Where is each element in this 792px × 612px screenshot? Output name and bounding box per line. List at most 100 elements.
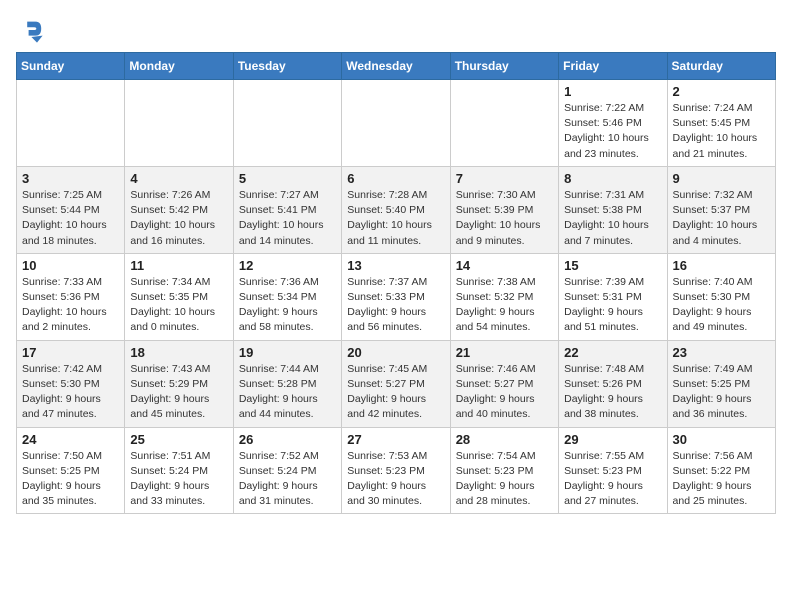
day-info: Sunrise: 7:53 AMSunset: 5:23 PMDaylight:… — [347, 449, 444, 510]
day-info: Sunrise: 7:26 AMSunset: 5:42 PMDaylight:… — [130, 188, 227, 249]
day-info: Sunrise: 7:50 AMSunset: 5:25 PMDaylight:… — [22, 449, 119, 510]
calendar-cell: 22 Sunrise: 7:48 AMSunset: 5:26 PMDayligh… — [559, 340, 667, 427]
day-info: Sunrise: 7:34 AMSunset: 5:35 PMDaylight:… — [130, 275, 227, 336]
day-info: Sunrise: 7:33 AMSunset: 5:36 PMDaylight:… — [22, 275, 119, 336]
day-info: Sunrise: 7:32 AMSunset: 5:37 PMDaylight:… — [673, 188, 770, 249]
day-info: Sunrise: 7:27 AMSunset: 5:41 PMDaylight:… — [239, 188, 336, 249]
calendar-cell: 19 Sunrise: 7:44 AMSunset: 5:28 PMDayligh… — [233, 340, 341, 427]
day-info: Sunrise: 7:49 AMSunset: 5:25 PMDaylight:… — [673, 362, 770, 423]
day-number: 19 — [239, 345, 336, 360]
calendar-cell: 23 Sunrise: 7:49 AMSunset: 5:25 PMDayligh… — [667, 340, 775, 427]
calendar-cell — [342, 80, 450, 167]
day-info: Sunrise: 7:43 AMSunset: 5:29 PMDaylight:… — [130, 362, 227, 423]
calendar-cell: 26 Sunrise: 7:52 AMSunset: 5:24 PMDayligh… — [233, 427, 341, 514]
calendar-cell: 28 Sunrise: 7:54 AMSunset: 5:23 PMDayligh… — [450, 427, 558, 514]
day-info: Sunrise: 7:54 AMSunset: 5:23 PMDaylight:… — [456, 449, 553, 510]
weekday-thursday: Thursday — [450, 53, 558, 80]
day-info: Sunrise: 7:39 AMSunset: 5:31 PMDaylight:… — [564, 275, 661, 336]
calendar-cell: 21 Sunrise: 7:46 AMSunset: 5:27 PMDayligh… — [450, 340, 558, 427]
day-info: Sunrise: 7:22 AMSunset: 5:46 PMDaylight:… — [564, 101, 661, 162]
calendar-header: SundayMondayTuesdayWednesdayThursdayFrid… — [17, 53, 776, 80]
calendar-cell: 1 Sunrise: 7:22 AMSunset: 5:46 PMDaylight… — [559, 80, 667, 167]
day-info: Sunrise: 7:52 AMSunset: 5:24 PMDaylight:… — [239, 449, 336, 510]
day-number: 1 — [564, 84, 661, 99]
weekday-friday: Friday — [559, 53, 667, 80]
day-info: Sunrise: 7:48 AMSunset: 5:26 PMDaylight:… — [564, 362, 661, 423]
day-number: 9 — [673, 171, 770, 186]
day-number: 12 — [239, 258, 336, 273]
day-number: 3 — [22, 171, 119, 186]
calendar-cell: 2Sunrise: 7:24 AMSunset: 5:45 PMDaylight… — [667, 80, 775, 167]
day-number: 29 — [564, 432, 661, 447]
day-number: 11 — [130, 258, 227, 273]
calendar-cell: 20 Sunrise: 7:45 AMSunset: 5:27 PMDayligh… — [342, 340, 450, 427]
calendar-cell: 8 Sunrise: 7:31 AMSunset: 5:38 PMDaylight… — [559, 166, 667, 253]
weekday-wednesday: Wednesday — [342, 53, 450, 80]
calendar-week-4: 17 Sunrise: 7:42 AMSunset: 5:30 PMDayligh… — [17, 340, 776, 427]
day-number: 28 — [456, 432, 553, 447]
logo — [16, 16, 48, 44]
day-number: 21 — [456, 345, 553, 360]
day-info: Sunrise: 7:44 AMSunset: 5:28 PMDaylight:… — [239, 362, 336, 423]
day-number: 6 — [347, 171, 444, 186]
day-number: 5 — [239, 171, 336, 186]
weekday-sunday: Sunday — [17, 53, 125, 80]
calendar-cell: 7 Sunrise: 7:30 AMSunset: 5:39 PMDaylight… — [450, 166, 558, 253]
calendar-cell: 25 Sunrise: 7:51 AMSunset: 5:24 PMDayligh… — [125, 427, 233, 514]
day-number: 23 — [673, 345, 770, 360]
calendar-cell: 3 Sunrise: 7:25 AMSunset: 5:44 PMDaylight… — [17, 166, 125, 253]
day-info: Sunrise: 7:46 AMSunset: 5:27 PMDaylight:… — [456, 362, 553, 423]
day-number: 26 — [239, 432, 336, 447]
calendar-week-3: 10 Sunrise: 7:33 AMSunset: 5:36 PMDayligh… — [17, 253, 776, 340]
calendar-cell — [17, 80, 125, 167]
day-info: Sunrise: 7:28 AMSunset: 5:40 PMDaylight:… — [347, 188, 444, 249]
day-number: 7 — [456, 171, 553, 186]
calendar-cell: 30Sunrise: 7:56 AMSunset: 5:22 PMDayligh… — [667, 427, 775, 514]
calendar-cell: 27 Sunrise: 7:53 AMSunset: 5:23 PMDayligh… — [342, 427, 450, 514]
day-number: 4 — [130, 171, 227, 186]
calendar-cell — [125, 80, 233, 167]
day-info: Sunrise: 7:24 AMSunset: 5:45 PMDaylight:… — [673, 101, 770, 162]
day-info: Sunrise: 7:25 AMSunset: 5:44 PMDaylight:… — [22, 188, 119, 249]
day-info: Sunrise: 7:55 AMSunset: 5:23 PMDaylight:… — [564, 449, 661, 510]
day-number: 13 — [347, 258, 444, 273]
day-info: Sunrise: 7:30 AMSunset: 5:39 PMDaylight:… — [456, 188, 553, 249]
day-info: Sunrise: 7:42 AMSunset: 5:30 PMDaylight:… — [22, 362, 119, 423]
calendar-cell: 16 Sunrise: 7:40 AMSunset: 5:30 PMDayligh… — [667, 253, 775, 340]
calendar-cell: 17 Sunrise: 7:42 AMSunset: 5:30 PMDayligh… — [17, 340, 125, 427]
day-number: 30 — [673, 432, 770, 447]
calendar-week-5: 24Sunrise: 7:50 AMSunset: 5:25 PMDayligh… — [17, 427, 776, 514]
day-number: 22 — [564, 345, 661, 360]
day-info: Sunrise: 7:31 AMSunset: 5:38 PMDaylight:… — [564, 188, 661, 249]
day-number: 17 — [22, 345, 119, 360]
day-number: 20 — [347, 345, 444, 360]
day-info: Sunrise: 7:37 AMSunset: 5:33 PMDaylight:… — [347, 275, 444, 336]
day-number: 10 — [22, 258, 119, 273]
calendar-cell: 14Sunrise: 7:38 AMSunset: 5:32 PMDayligh… — [450, 253, 558, 340]
weekday-saturday: Saturday — [667, 53, 775, 80]
day-info: Sunrise: 7:45 AMSunset: 5:27 PMDaylight:… — [347, 362, 444, 423]
day-info: Sunrise: 7:40 AMSunset: 5:30 PMDaylight:… — [673, 275, 770, 336]
calendar-cell: 12 Sunrise: 7:36 AMSunset: 5:34 PMDayligh… — [233, 253, 341, 340]
calendar-cell: 11 Sunrise: 7:34 AMSunset: 5:35 PMDayligh… — [125, 253, 233, 340]
calendar-body: 1 Sunrise: 7:22 AMSunset: 5:46 PMDaylight… — [17, 80, 776, 514]
calendar-cell — [450, 80, 558, 167]
page-header — [16, 16, 776, 44]
day-info: Sunrise: 7:38 AMSunset: 5:32 PMDaylight:… — [456, 275, 553, 336]
calendar-cell: 9 Sunrise: 7:32 AMSunset: 5:37 PMDaylight… — [667, 166, 775, 253]
calendar-cell — [233, 80, 341, 167]
day-number: 25 — [130, 432, 227, 447]
day-info: Sunrise: 7:36 AMSunset: 5:34 PMDaylight:… — [239, 275, 336, 336]
day-number: 8 — [564, 171, 661, 186]
calendar-week-1: 1 Sunrise: 7:22 AMSunset: 5:46 PMDaylight… — [17, 80, 776, 167]
day-number: 27 — [347, 432, 444, 447]
calendar-cell: 24Sunrise: 7:50 AMSunset: 5:25 PMDayligh… — [17, 427, 125, 514]
calendar-cell: 29 Sunrise: 7:55 AMSunset: 5:23 PMDayligh… — [559, 427, 667, 514]
weekday-tuesday: Tuesday — [233, 53, 341, 80]
day-number: 18 — [130, 345, 227, 360]
day-number: 16 — [673, 258, 770, 273]
calendar-cell: 5 Sunrise: 7:27 AMSunset: 5:41 PMDaylight… — [233, 166, 341, 253]
calendar-cell: 18 Sunrise: 7:43 AMSunset: 5:29 PMDayligh… — [125, 340, 233, 427]
weekday-header-row: SundayMondayTuesdayWednesdayThursdayFrid… — [17, 53, 776, 80]
day-info: Sunrise: 7:51 AMSunset: 5:24 PMDaylight:… — [130, 449, 227, 510]
